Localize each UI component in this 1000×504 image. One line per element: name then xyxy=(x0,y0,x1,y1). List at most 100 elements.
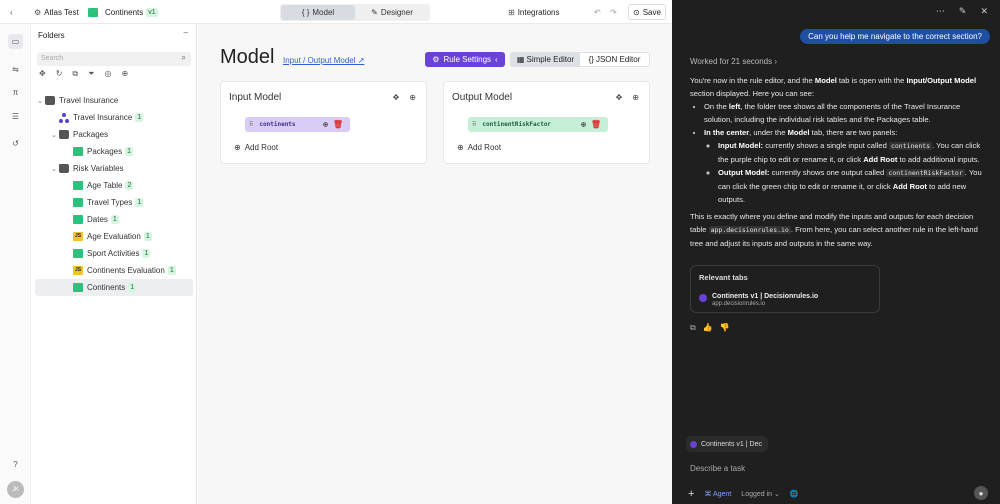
favicon-icon xyxy=(690,440,697,448)
redo-button[interactable]: ↷ xyxy=(610,0,617,24)
tree-item-age-table[interactable]: Age Table 2 xyxy=(35,177,193,194)
tree-item-continents[interactable]: Continents 1 xyxy=(35,279,193,296)
inline-tab-link[interactable]: app.decisionrules.io xyxy=(708,226,791,234)
target-icon[interactable]: ◎ xyxy=(105,69,112,79)
io-model-link-label: Input / Output Model xyxy=(283,56,356,65)
composer-toolbar: + ⌘ Agent Logged in ⌄ 🌐 xyxy=(688,488,799,500)
add-child-icon[interactable]: ⊕ xyxy=(323,120,328,129)
search-input[interactable]: Search xyxy=(37,52,191,66)
refresh-icon[interactable]: ↻ xyxy=(56,69,63,79)
mic-button[interactable]: ● xyxy=(974,486,988,500)
undo-icon: ↶ xyxy=(594,7,601,17)
globe-icon[interactable]: 🌐 xyxy=(790,490,799,498)
favicon-icon xyxy=(699,294,707,302)
more-icon[interactable]: ⋯ xyxy=(936,6,945,17)
avatar[interactable]: JK xyxy=(7,481,24,498)
list-icon[interactable]: ☰ xyxy=(8,109,23,124)
add-child-icon[interactable]: ⊕ xyxy=(581,120,586,129)
io-model-link[interactable]: Input / Output Model ↗ xyxy=(283,56,364,65)
rule-breadcrumb[interactable]: Continents v1 xyxy=(88,0,158,24)
move-icon[interactable]: ✥ xyxy=(393,93,400,102)
add-circle-icon[interactable]: ⊕ xyxy=(632,93,639,102)
tree-item-continents-evaluation[interactable]: JS Continents Evaluation 1 xyxy=(35,262,193,279)
move-icon[interactable]: ✥ xyxy=(39,69,46,79)
trash-icon[interactable]: 🗑 xyxy=(591,120,601,129)
tree-item-travel-types[interactable]: Travel Types 1 xyxy=(35,194,193,211)
thumbs-down-icon[interactable]: 👎 xyxy=(720,323,730,333)
back-button[interactable]: ‹ xyxy=(10,0,13,24)
help-icon[interactable]: ? xyxy=(8,457,23,472)
tree-label: Continents xyxy=(87,283,126,292)
tree-item-age-evaluation[interactable]: JS Age Evaluation 1 xyxy=(35,228,193,245)
version-count-badge: 1 xyxy=(135,198,144,207)
tree-label: Age Table xyxy=(87,181,123,190)
copy-icon[interactable]: ⧉ xyxy=(690,323,696,333)
add-root-label: Add Root xyxy=(467,143,502,152)
tab-model[interactable]: { } Model xyxy=(281,5,355,20)
copy-icon[interactable]: ⧉ xyxy=(72,69,78,79)
tree-folder-risk-variables[interactable]: ⌄ Risk Variables xyxy=(35,160,193,177)
context-tab-label: Continents v1 | Dec xyxy=(701,440,762,448)
drag-handle-icon[interactable]: ⠿ xyxy=(472,121,476,128)
search-icon[interactable]: ⌕ xyxy=(182,53,186,63)
collapse-button[interactable]: – xyxy=(184,28,188,37)
simple-editor-tab[interactable]: ▦ Simple Editor xyxy=(511,53,580,66)
trash-icon[interactable]: 🗑 xyxy=(333,120,343,129)
grid-icon: ⊞ xyxy=(508,7,515,17)
version-count-badge: 1 xyxy=(128,283,137,292)
version-count-badge: 1 xyxy=(110,215,119,224)
add-icon[interactable]: ⊕ xyxy=(122,69,129,79)
sliders-icon[interactable]: ⇋ xyxy=(8,62,23,77)
tree-label: Dates xyxy=(87,215,108,224)
rule-settings-button[interactable]: ⚙ Rule Settings ‹ xyxy=(425,52,505,67)
list-item: In the center, under the Model tab, ther… xyxy=(704,126,990,206)
agent-mode-button[interactable]: ⌘ Agent xyxy=(704,490,731,498)
drag-handle-icon[interactable]: ⠿ xyxy=(249,121,253,128)
json-editor-tab[interactable]: {} JSON Editor xyxy=(580,53,649,66)
project-name: Atlas Test xyxy=(44,7,79,17)
input-chip[interactable]: ⠿ continents ⊕ 🗑 xyxy=(245,117,350,132)
tree-folder-packages[interactable]: ⌄ Packages xyxy=(35,126,193,143)
tree-tools: ✥ ↻ ⧉ ⏷ ◎ ⊕ xyxy=(39,69,128,79)
tree-item-dates[interactable]: Dates 1 xyxy=(35,211,193,228)
tree-label: Age Evaluation xyxy=(87,232,141,241)
relevant-tab-title[interactable]: Continents v1 | Decisionrules.io xyxy=(712,293,818,300)
add-root-button[interactable]: ⊕ Add Root xyxy=(234,143,278,152)
context-tab-chip[interactable]: Continents v1 | Dec xyxy=(686,436,768,452)
project-breadcrumb[interactable]: ⚙ Atlas Test xyxy=(34,0,79,24)
save-button[interactable]: ⊙ Save xyxy=(628,4,666,20)
tree-item-travel-insurance-flow[interactable]: Travel Insurance 1 xyxy=(35,109,193,126)
chevron-left-icon: ‹ xyxy=(495,55,498,64)
folder-icon[interactable]: ▭ xyxy=(8,34,23,49)
pencil-icon: ✎ xyxy=(371,8,378,17)
task-input[interactable]: Describe a task xyxy=(690,464,745,473)
close-icon[interactable]: ✕ xyxy=(980,6,988,17)
add-root-button[interactable]: ⊕ Add Root xyxy=(457,143,501,152)
new-chat-icon[interactable]: ✎ xyxy=(959,6,967,17)
filter-icon[interactable]: ⏷ xyxy=(88,69,94,79)
add-icon[interactable]: + xyxy=(688,488,694,500)
code-span: continents xyxy=(888,142,933,150)
output-chip-label: continentRiskFactor xyxy=(482,121,552,128)
login-status[interactable]: Logged in ⌄ xyxy=(741,490,780,498)
history-icon[interactable]: ↺ xyxy=(8,136,23,151)
undo-button[interactable]: ↶ xyxy=(594,0,601,24)
message-paragraph: You're now in the rule editor, and the M… xyxy=(690,74,990,100)
integrations-button[interactable]: ⊞ Integrations xyxy=(508,0,560,24)
text: Model xyxy=(814,76,837,85)
move-icon[interactable]: ✥ xyxy=(616,93,623,102)
tab-designer[interactable]: ✎ Designer xyxy=(355,5,429,20)
worked-status[interactable]: Worked for 21 seconds › xyxy=(690,57,777,66)
tree-folder-travel-insurance[interactable]: ⌄ Travel Insurance xyxy=(35,92,193,109)
output-chip[interactable]: ⠿ continentRiskFactor ⊕ 🗑 xyxy=(468,117,608,132)
thumbs-up-icon[interactable]: 👍 xyxy=(703,323,713,333)
tree-item-packages[interactable]: Packages 1 xyxy=(35,143,193,160)
text: , the folder tree shows all the componen… xyxy=(704,102,961,124)
text: In the center xyxy=(704,128,750,137)
tab-model-label: Model xyxy=(312,8,335,17)
add-circle-icon[interactable]: ⊕ xyxy=(409,93,416,102)
sidebar-title: Folders xyxy=(38,31,65,40)
tree-item-sport-activities[interactable]: Sport Activities 1 xyxy=(35,245,193,262)
pi-icon[interactable]: π xyxy=(8,85,23,100)
text: Add Root xyxy=(863,155,898,164)
